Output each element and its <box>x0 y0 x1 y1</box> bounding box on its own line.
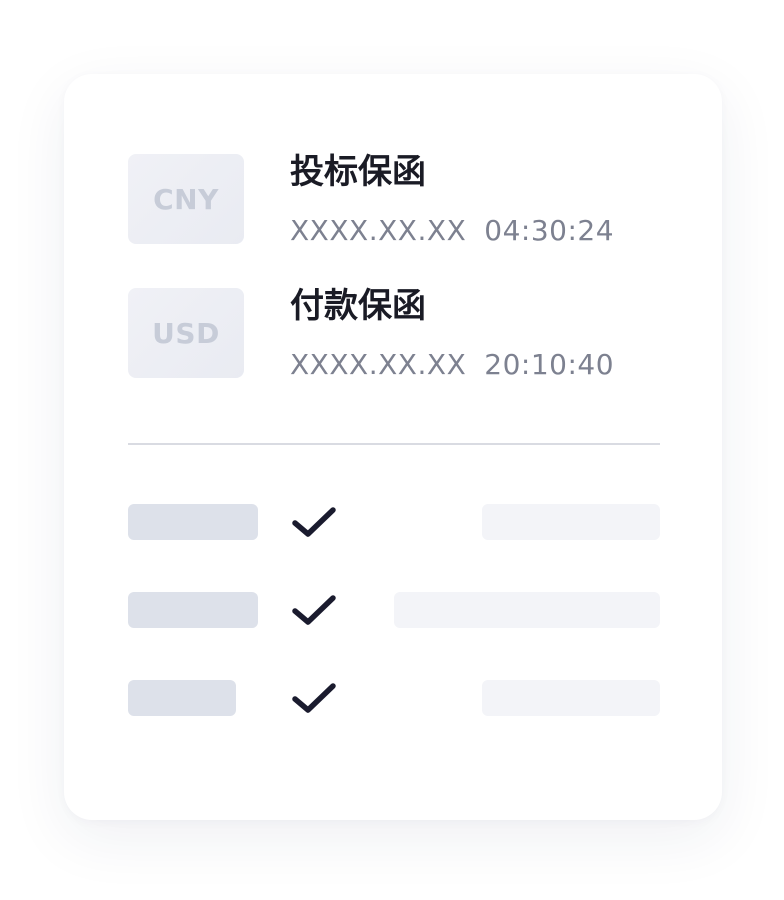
placeholder-bar <box>394 592 660 628</box>
guarantee-card: CNY 投标保函 XXXX.XX.XX 04:30:24 USD 付款保函 XXX… <box>64 74 722 820</box>
checklist-row <box>128 680 660 716</box>
placeholder-bar <box>128 504 258 540</box>
guarantee-entry[interactable]: USD 付款保函 XXXX.XX.XX 20:10:40 <box>128 286 668 382</box>
entry-date: XXXX.XX.XX <box>290 214 467 247</box>
placeholder-bar <box>128 680 236 716</box>
entry-time: 04:30:24 <box>484 214 615 247</box>
placeholder-bar <box>482 680 660 716</box>
checkmark-icon <box>292 595 336 625</box>
entry-meta: XXXX.XX.XX 04:30:24 <box>290 214 614 248</box>
entry-date: XXXX.XX.XX <box>290 348 467 381</box>
placeholder-bar <box>128 592 258 628</box>
guarantee-entry[interactable]: CNY 投标保函 XXXX.XX.XX 04:30:24 <box>128 152 668 248</box>
entry-title: 付款保函 <box>290 286 426 326</box>
currency-badge: USD <box>128 288 244 378</box>
entry-meta: XXXX.XX.XX 20:10:40 <box>290 348 614 382</box>
placeholder-bar <box>482 504 660 540</box>
checkmark-icon <box>292 683 336 713</box>
entry-time: 20:10:40 <box>484 348 615 381</box>
currency-badge: CNY <box>128 154 244 244</box>
entry-title: 投标保函 <box>290 152 426 192</box>
checklist-row <box>128 592 660 628</box>
checkmark-icon <box>292 507 336 537</box>
divider <box>128 443 660 445</box>
checklist-row <box>128 504 660 540</box>
